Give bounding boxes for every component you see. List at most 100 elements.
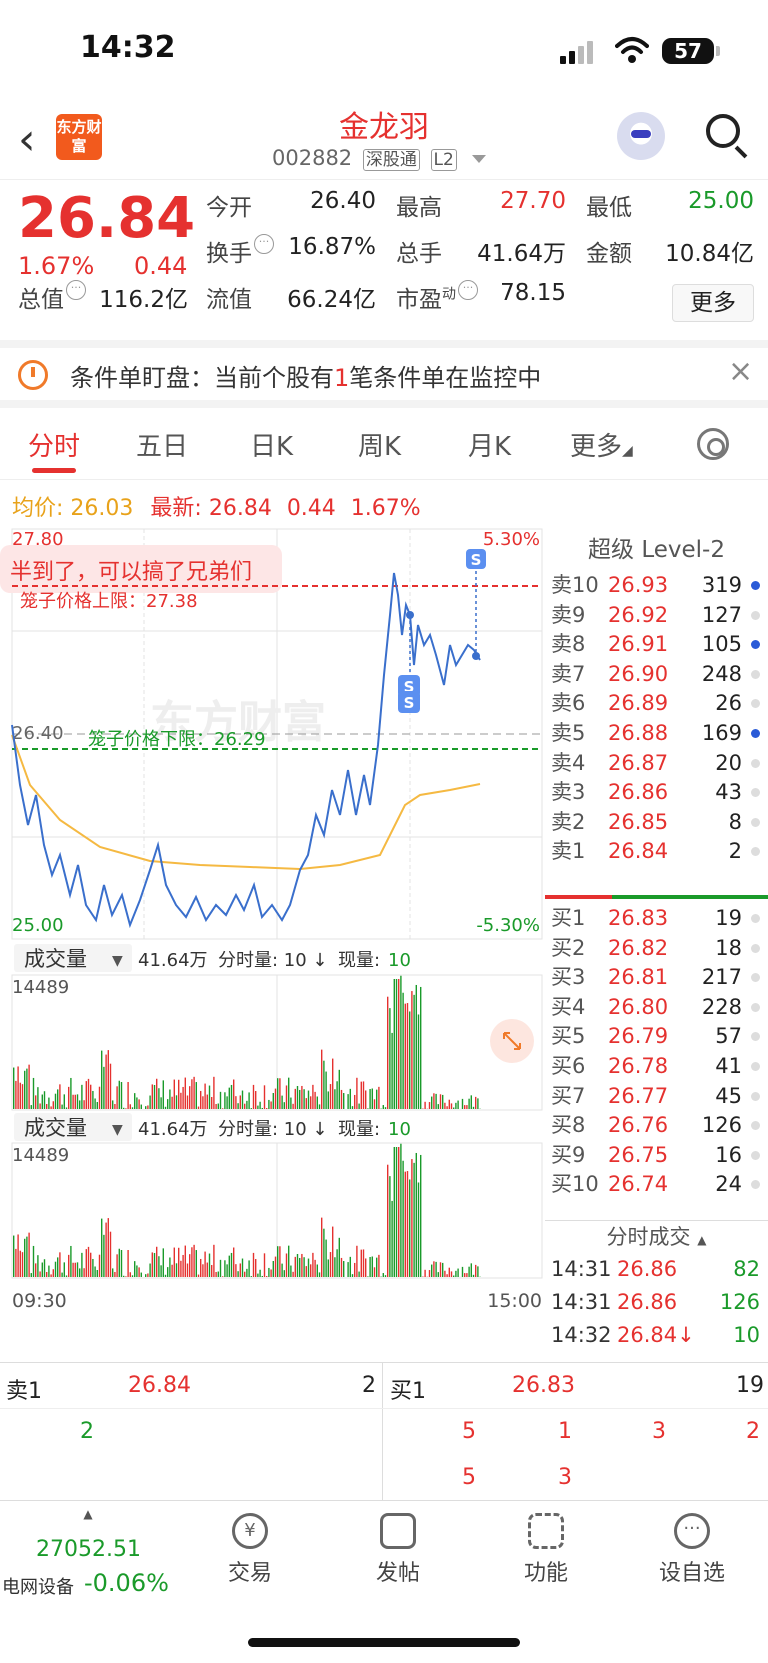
- volume-bar: [347, 1094, 349, 1109]
- search-icon[interactable]: [706, 114, 740, 148]
- volume-bar: [39, 1271, 41, 1277]
- volume-bar: [101, 1050, 103, 1109]
- tab-daily[interactable]: 日K: [250, 426, 293, 463]
- bid-row[interactable]: 买5 26.79 57: [545, 1021, 768, 1052]
- volume-bar: [343, 1093, 345, 1109]
- volume-bar: [173, 1079, 175, 1109]
- volume-bar: [171, 1096, 173, 1109]
- volume-bar: [305, 1098, 307, 1109]
- ask-row[interactable]: 卖8 26.91 105: [545, 629, 768, 660]
- volume-bar: [131, 1107, 134, 1109]
- ask-row[interactable]: 卖1 26.84 2: [545, 836, 768, 867]
- volume-bar: [228, 1255, 230, 1277]
- trade-button[interactable]: ¥ 交易: [200, 1513, 300, 1587]
- volume-bar: [294, 1256, 296, 1277]
- level-price: 26.88: [608, 721, 669, 745]
- volume-bar: [376, 1089, 378, 1109]
- volume-bar: [329, 1252, 332, 1277]
- market-cap-label[interactable]: 总值 ···: [18, 280, 86, 314]
- turnover-label[interactable]: 换手 ···: [206, 234, 274, 268]
- bid-row[interactable]: 买1 26.83 19: [545, 903, 768, 934]
- volume-bar: [431, 1096, 433, 1109]
- tab-more[interactable]: 更多◢: [570, 426, 633, 463]
- bid-row[interactable]: 买6 26.78 41: [545, 1051, 768, 1082]
- bid-row[interactable]: 买8 26.76 126: [545, 1110, 768, 1141]
- bid-row[interactable]: 买4 26.80 228: [545, 992, 768, 1023]
- tab-intraday[interactable]: 分时: [28, 426, 80, 463]
- quote-panel: 26.84 1.67% 0.44 今开 26.40 最高 27.70 最低 25…: [0, 180, 768, 340]
- volume-bar: [136, 1097, 138, 1109]
- volume-bar: [43, 1259, 46, 1277]
- condition-order-banner[interactable]: 条件单盯盘：当前个股有1笔条件单在监控中 ×: [0, 340, 768, 408]
- volume-bar: [268, 1267, 270, 1277]
- volume-bar: [351, 1106, 354, 1109]
- level-label: 买7: [551, 1083, 586, 1108]
- dot-icon: [751, 817, 760, 827]
- volume-bar: [123, 1107, 125, 1109]
- volume-bar: [145, 1274, 147, 1277]
- volume-bar: [362, 1249, 365, 1277]
- ask-row[interactable]: 卖9 26.92 127: [545, 600, 768, 631]
- gear-icon[interactable]: [697, 428, 729, 460]
- intraday-chart[interactable]: 半到了，可以搞了兄弟们 东方财富 笼子价格上限：27.38 笼子价格下限：26.…: [0, 525, 545, 1365]
- ask-row[interactable]: 卖6 26.89 26: [545, 688, 768, 719]
- ask-row[interactable]: 卖10 26.93 319: [545, 570, 768, 601]
- volume-bar: [116, 1086, 118, 1109]
- volume-bar: [65, 1107, 68, 1109]
- volume-bar: [246, 1268, 248, 1277]
- bid-row[interactable]: 买3 26.81 217: [545, 962, 768, 993]
- volume-bar: [41, 1094, 43, 1109]
- index-ticker[interactable]: ▲ 27052.51 电网设备 -0.06%: [0, 1507, 176, 1607]
- volume-bar: [167, 1267, 169, 1277]
- level-label: 买3: [551, 965, 586, 990]
- book-title[interactable]: 超级 Level-2: [545, 530, 768, 570]
- bid-row[interactable]: 买9 26.75 16: [545, 1140, 768, 1171]
- volume-bar: [470, 1095, 472, 1109]
- tab-weekly[interactable]: 周K: [358, 426, 401, 463]
- ask-row[interactable]: 卖4 26.87 20: [545, 748, 768, 779]
- chevron-down-icon: [471, 155, 486, 163]
- bid-row[interactable]: 买10 26.74 24: [545, 1169, 768, 1200]
- volume-bar: [195, 1082, 197, 1109]
- volume-bar: [13, 1235, 15, 1277]
- ask-row[interactable]: 卖2 26.85 8: [545, 807, 768, 838]
- pe-label[interactable]: 市盈动 ···: [396, 280, 478, 314]
- monitor-icon: [18, 360, 48, 390]
- svg-text:S: S: [471, 551, 482, 569]
- volume-header[interactable]: 成交量 ▼ 41.64万 分时量: 10 ↓ 现量: 10: [14, 1113, 411, 1141]
- ask-row[interactable]: 卖7 26.90 248: [545, 659, 768, 690]
- dot-icon: [751, 669, 760, 679]
- volume-bar: [85, 1249, 87, 1277]
- ask-row[interactable]: 卖3 26.86 43: [545, 777, 768, 808]
- volume-bar: [263, 1085, 266, 1109]
- tab-monthly[interactable]: 月K: [468, 426, 511, 463]
- volume-bar: [32, 1077, 35, 1109]
- volume-bar: [365, 1258, 367, 1277]
- function-button[interactable]: 功能: [496, 1513, 596, 1587]
- assistant-robot-icon[interactable]: [617, 112, 665, 160]
- bid-row[interactable]: 买2 26.82 18: [545, 933, 768, 964]
- ask-row[interactable]: 卖5 26.88 169: [545, 718, 768, 749]
- chevron-up-icon: ▲: [83, 1507, 93, 1521]
- post-button[interactable]: 发帖: [348, 1513, 448, 1587]
- trade-volume: 126: [719, 1290, 760, 1314]
- add-watchlist-button[interactable]: ··· 设自选: [642, 1513, 742, 1587]
- level-volume: 248: [701, 661, 742, 686]
- volume-bar: [211, 1265, 213, 1277]
- more-button[interactable]: 更多: [672, 284, 754, 322]
- volume-bar: [125, 1276, 127, 1277]
- stock-code-row[interactable]: 002882 深股通 L2: [272, 146, 486, 171]
- volume-bar: [28, 1232, 30, 1277]
- bid-row[interactable]: 买7 26.77 45: [545, 1081, 768, 1112]
- volume-bar: [257, 1105, 259, 1109]
- volume-header[interactable]: 成交量 ▼ 41.64万 分时量: 10 ↓ 现量: 10: [14, 944, 411, 972]
- amount-value: 10.84亿: [665, 241, 754, 267]
- volume-bar: [464, 1105, 466, 1109]
- volume-bar: [310, 1096, 312, 1109]
- volume-bar: [147, 1273, 149, 1277]
- tab-five-day[interactable]: 五日: [136, 426, 188, 463]
- close-icon[interactable]: ×: [728, 354, 753, 389]
- trades-title[interactable]: 分时成交 ▲: [545, 1220, 768, 1252]
- volume-bar: [35, 1263, 37, 1277]
- volume-bar: [239, 1263, 241, 1277]
